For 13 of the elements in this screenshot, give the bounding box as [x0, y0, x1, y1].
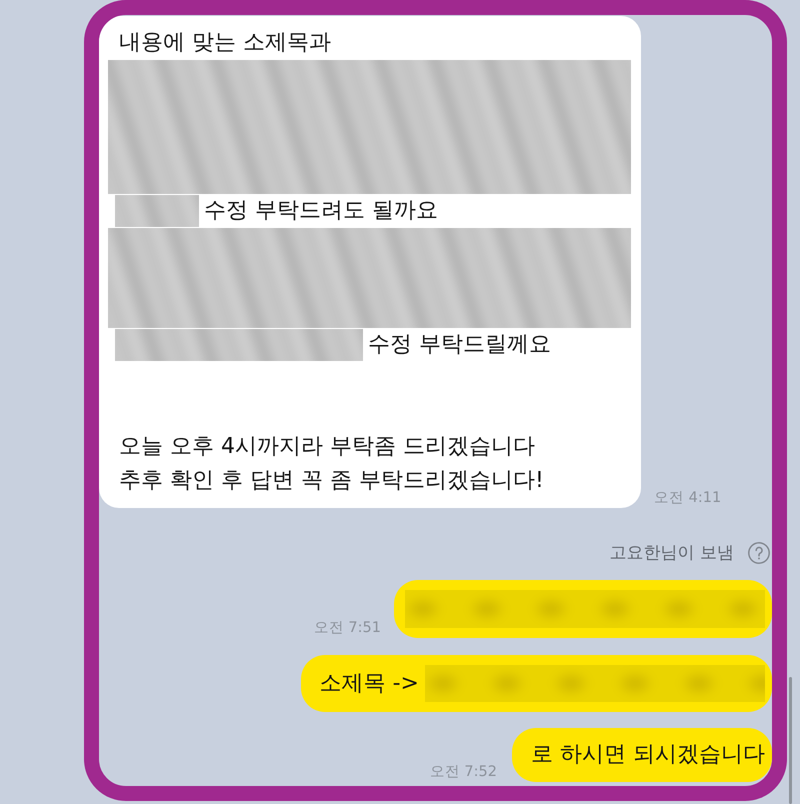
message-text: 소제목 ->: [320, 670, 419, 698]
message-text: 로 하시면 되시겠습니다: [531, 741, 765, 769]
message-text: 수정 부탁드려도 될까요: [204, 197, 438, 225]
sender-notice: 고요한님이 보냄: [610, 542, 734, 565]
message-text: 수정 부탁드릴께요: [368, 331, 551, 359]
help-icon[interactable]: [748, 542, 770, 564]
message-time: 오전 7:51: [314, 620, 381, 637]
message-text: 오늘 오후 4시까지라 부탁좀 드리겠습니다: [119, 433, 535, 461]
message-text: 추후 확인 후 답변 꼭 좀 부탁드리겠습니다!: [119, 467, 544, 495]
scrollbar-thumb[interactable]: [789, 677, 792, 804]
message-time: 오전 7:52: [430, 764, 497, 781]
message-text: 내용에 맞는 소제목과: [119, 29, 331, 57]
message-time: 오전 4:11: [654, 490, 722, 507]
